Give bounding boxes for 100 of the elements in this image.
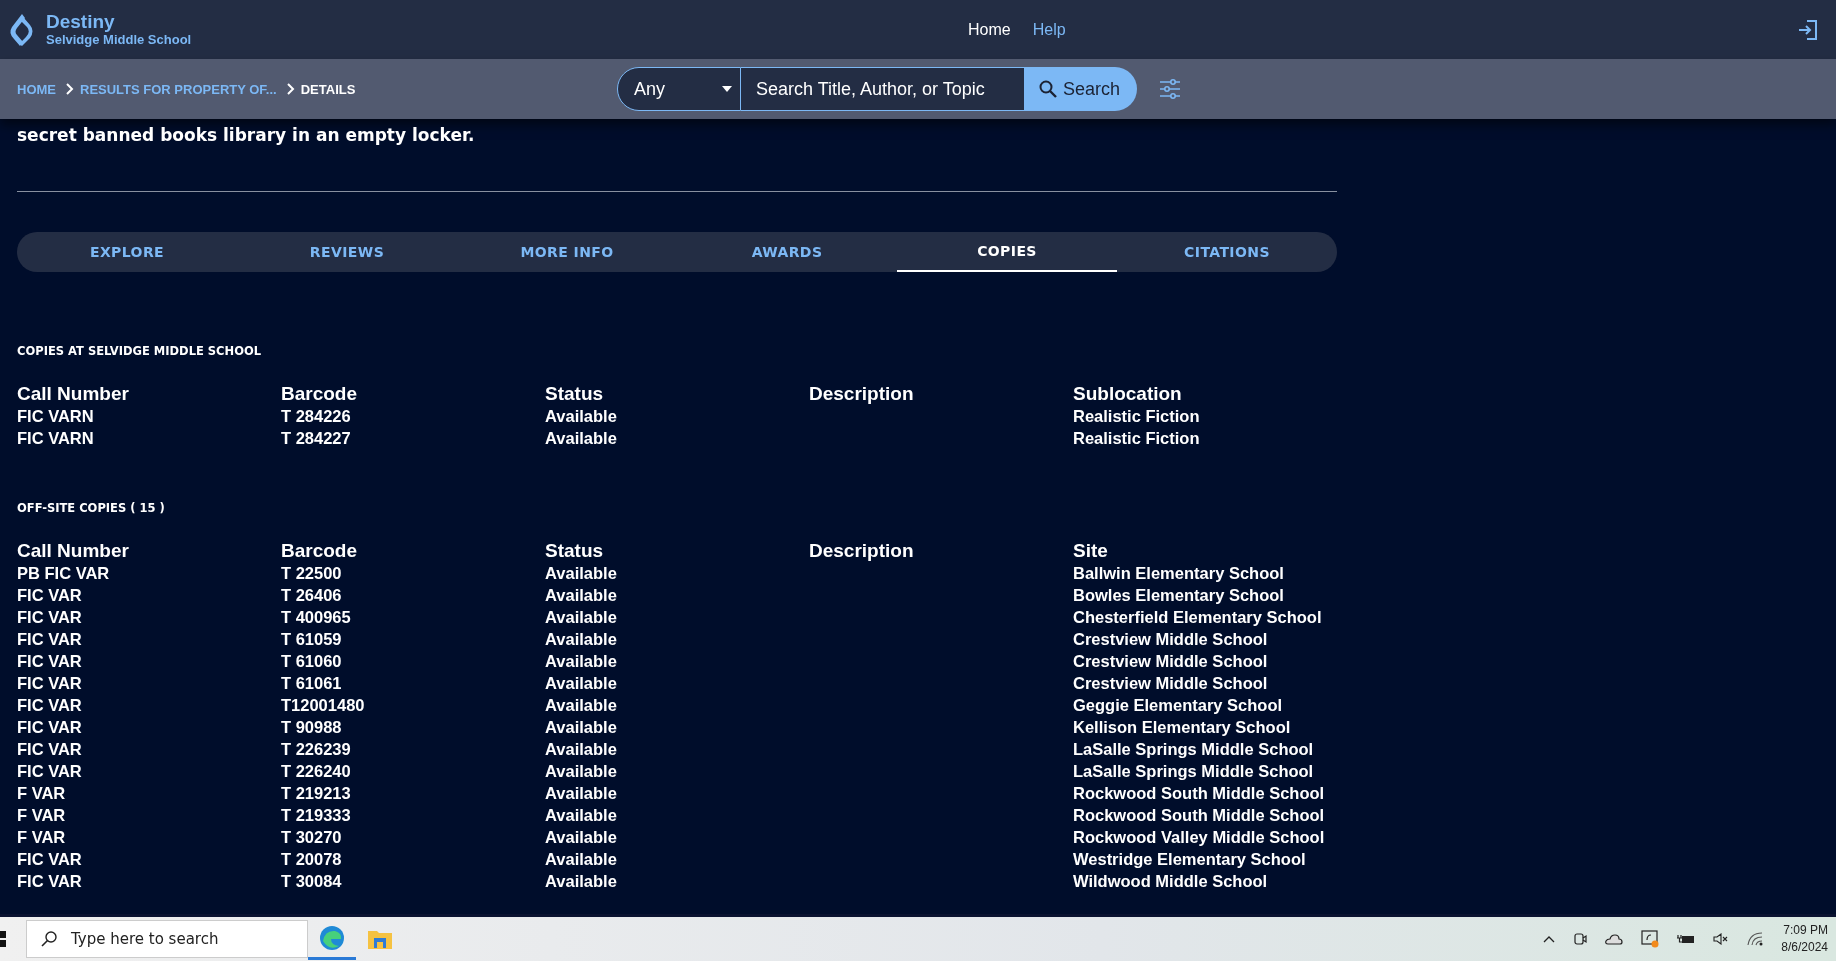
table-cell-text: FIC VAR [17, 651, 83, 672]
tab[interactable]: EXPLORE [17, 232, 237, 272]
table-cell-text: T 30270 [281, 827, 343, 848]
school-name: Selvidge Middle School [46, 32, 192, 47]
column-header: Status [545, 382, 605, 405]
table-cell-text: Available [545, 585, 618, 606]
windows-icon[interactable] [0, 931, 6, 947]
table-cell-text: Wildwood Middle School [1073, 871, 1269, 892]
tab[interactable]: REVIEWS [237, 232, 457, 272]
table-cell-text: T12001480 [281, 695, 366, 716]
table-cell-text: Available [545, 651, 618, 672]
taskbar-search-field[interactable]: Type here to search [26, 920, 308, 958]
table-cell-text: Rockwood Valley Middle School [1073, 827, 1326, 848]
chevron-up-icon[interactable] [1543, 935, 1556, 943]
speaker-muted-icon[interactable] [1713, 933, 1730, 945]
table-cell-text: T 226240 [281, 761, 352, 782]
summary-text: secret banned books library in an empty locker. [17, 125, 476, 145]
table-cell-text: Bowles Elementary School [1073, 585, 1285, 606]
table-cell-text: Chesterfield Elementary School [1073, 607, 1323, 628]
tab[interactable]: CITATIONS [1117, 232, 1337, 272]
clock-date[interactable]: 8/6/2024 [1781, 939, 1828, 956]
camera-icon[interactable] [1573, 931, 1588, 947]
table-cell-text: T 284227 [281, 428, 352, 449]
search-icon [1039, 80, 1057, 98]
table-cell-text: Kellison Elementary School [1073, 717, 1292, 738]
table-cell-text: T 90988 [281, 717, 343, 738]
column-header: Barcode [281, 539, 359, 562]
table-cell-text: Realistic Fiction [1073, 406, 1201, 427]
table-cell-text: Realistic Fiction [1073, 428, 1201, 449]
column-header: Status [545, 539, 605, 562]
table-cell-text: FIC VARN [17, 428, 95, 449]
caret-icon [722, 86, 732, 92]
table-cell-text: Available [545, 406, 618, 427]
table-cell-text: Rockwood South Middle School [1073, 805, 1326, 826]
table-cell-text: FIC VAR [17, 739, 83, 760]
clock-time[interactable]: 7:09 PM [1783, 922, 1828, 939]
filter-sliders-icon[interactable] [1159, 79, 1181, 99]
table-cell-text: Available [545, 827, 618, 848]
chevron-icon [66, 83, 74, 95]
login-icon[interactable] [1798, 18, 1818, 41]
nav-link[interactable]: Help [1032, 20, 1066, 39]
tab[interactable]: MORE INFO [457, 232, 677, 272]
table-cell-text: T 400965 [281, 607, 352, 628]
table-cell-text: T 219213 [281, 783, 352, 804]
update-icon[interactable] [1641, 930, 1660, 948]
table-cell-text: Available [545, 607, 618, 628]
table-cell-text: Available [545, 739, 618, 760]
table-cell-text: LaSalle Springs Middle School [1073, 761, 1315, 782]
breadcrumb-link[interactable]: DETAILS [300, 81, 356, 97]
table-cell-text: T 219333 [281, 805, 352, 826]
table-cell-text: FIC VAR [17, 871, 83, 892]
table-cell-text: FIC VAR [17, 673, 83, 694]
table-cell-text: T 20078 [281, 849, 343, 870]
table-cell-text: FIC VAR [17, 607, 83, 628]
column-header: Description [809, 539, 915, 562]
table-cell-text: FIC VAR [17, 629, 83, 650]
table-cell-text: Ballwin Elementary School [1073, 563, 1285, 584]
table-cell-text: Available [545, 695, 618, 716]
table-cell-text: FIC VAR [17, 849, 83, 870]
table-cell-text: Crestview Middle School [1073, 673, 1269, 694]
column-header: Call Number [17, 539, 130, 562]
table-cell-text: Available [545, 629, 618, 650]
search-icon [41, 931, 57, 947]
chevron-icon [286, 83, 295, 95]
tab[interactable]: COPIES [897, 232, 1117, 272]
table-cell-text: T 284226 [281, 406, 352, 427]
column-header: Call Number [17, 382, 130, 405]
wifi-icon[interactable] [1747, 932, 1764, 946]
table-cell-text: Rockwood South Middle School [1073, 783, 1326, 804]
search-button[interactable]: Search [1025, 67, 1137, 111]
table-cell-text: T 30084 [281, 871, 343, 892]
table-cell-text: Available [545, 673, 618, 694]
column-header: Description [809, 382, 915, 405]
table-cell-text: Available [545, 849, 618, 870]
table-cell-text: Available [545, 871, 618, 892]
column-header: Sublocation [1073, 382, 1183, 405]
table-cell-text: T 61060 [281, 651, 343, 672]
column-header: Site [1073, 539, 1109, 562]
nav-link[interactable]: Home [968, 20, 1011, 39]
app-name: Destiny [46, 12, 116, 32]
table-cell-text: LaSalle Springs Middle School [1073, 739, 1315, 760]
table-cell-text: FIC VAR [17, 761, 83, 782]
table-cell-text: FIC VAR [17, 695, 83, 716]
table-cell-text: T 61059 [281, 629, 343, 650]
scope-dropdown[interactable]: Any [617, 67, 741, 111]
table-cell-text: Available [545, 717, 618, 738]
search-field[interactable]: Search Title, Author, or Topic [741, 67, 1025, 111]
table-cell-text: FIC VAR [17, 717, 83, 738]
table-cell-text: T 61061 [281, 673, 343, 694]
cloud-icon[interactable] [1605, 933, 1624, 945]
table-cell-text: T 226239 [281, 739, 352, 760]
table-cell-text: FIC VAR [17, 585, 83, 606]
tab[interactable]: AWARDS [677, 232, 897, 272]
table-cell-text: T 26406 [281, 585, 343, 606]
table-cell-text: FIC VARN [17, 406, 95, 427]
table-cell-text: Available [545, 428, 618, 449]
table-cell-text: PB FIC VAR [17, 563, 111, 584]
table-cell-text: F VAR [17, 783, 67, 804]
battery-icon[interactable] [1677, 933, 1696, 945]
section-heading: OFF-SITE COPIES ( 15 ) [17, 501, 166, 515]
